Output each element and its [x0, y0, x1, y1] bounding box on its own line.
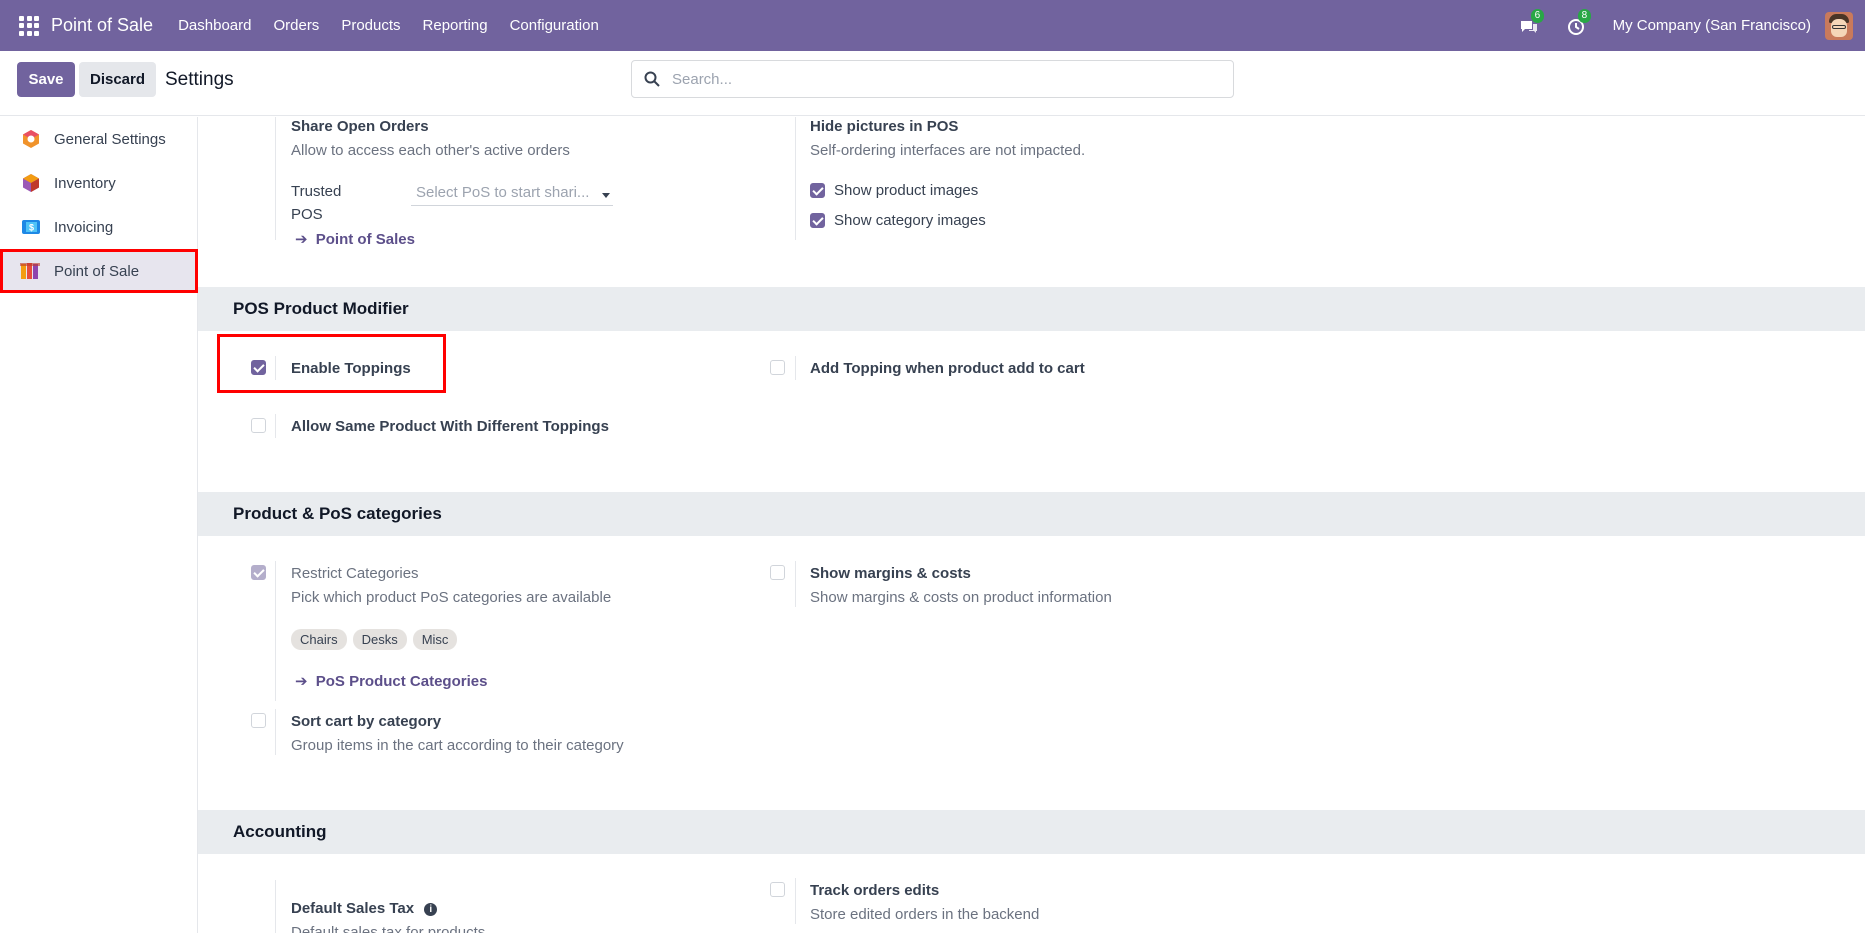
- section-heading: Accounting: [233, 822, 327, 841]
- share-open-orders-desc: Allow to access each other's active orde…: [291, 142, 570, 159]
- section-product-pos-categories: Product & PoS categories: [198, 492, 1865, 536]
- restrict-categories-checkbox[interactable]: [251, 565, 266, 580]
- search-bar[interactable]: [631, 60, 1234, 98]
- nav-configuration[interactable]: Configuration: [499, 17, 610, 34]
- add-topping-label: Add Topping when product add to cart: [810, 360, 1085, 377]
- page-title: Settings: [165, 69, 234, 90]
- sort-cart-checkbox[interactable]: [251, 713, 266, 728]
- add-topping-divider: [795, 356, 797, 380]
- hide-pictures-desc: Self-ordering interfaces are not impacte…: [810, 142, 1086, 159]
- trusted-pos-label-line1: Trusted: [291, 183, 342, 200]
- nav-reporting[interactable]: Reporting: [412, 17, 499, 34]
- enable-toppings-label: Enable Toppings: [291, 360, 411, 377]
- navbar-systray: 6 8 My Company (San Francisco): [1519, 0, 1865, 51]
- nav-dashboard[interactable]: Dashboard: [167, 17, 262, 34]
- user-avatar[interactable]: [1825, 11, 1853, 40]
- sort-cart-divider: [275, 709, 277, 755]
- sidebar-item-point-of-sale[interactable]: Point of Sale: [0, 249, 198, 293]
- sort-cart-title: Sort cart by category: [291, 713, 442, 730]
- sidebar-item-invoicing[interactable]: $ Invoicing: [0, 205, 198, 249]
- discard-button[interactable]: Discard: [79, 62, 156, 97]
- show-category-images-checkbox[interactable]: [810, 213, 825, 228]
- enable-toppings-checkbox[interactable]: [251, 360, 266, 375]
- track-orders-desc: Store edited orders in the backend: [810, 906, 1040, 923]
- svg-text:$: $: [29, 223, 34, 233]
- activities-badge: 8: [1577, 8, 1592, 23]
- allow-same-product-label: Allow Same Product With Different Toppin…: [291, 418, 609, 435]
- sidebar-item-label: Inventory: [54, 174, 116, 192]
- allow-same-product-checkbox[interactable]: [251, 418, 266, 433]
- company-switcher[interactable]: My Company (San Francisco): [1613, 17, 1811, 34]
- category-tag[interactable]: Misc: [412, 629, 458, 650]
- point-of-sale-icon: [20, 260, 42, 282]
- default-sales-tax-desc: Default sales tax for products: [291, 924, 486, 933]
- sidebar-item-general-settings[interactable]: General Settings: [0, 117, 198, 161]
- nav-orders[interactable]: Orders: [262, 17, 330, 34]
- show-category-images-label: Show category images: [834, 212, 986, 229]
- show-margins-desc: Show margins & costs on product informat…: [810, 589, 1112, 606]
- show-margins-checkbox[interactable]: [770, 565, 785, 580]
- restrict-categories-divider: [275, 561, 277, 701]
- share-open-orders-title: Share Open Orders: [291, 118, 429, 135]
- search-input[interactable]: [672, 70, 1212, 88]
- invoicing-icon: $: [20, 216, 42, 238]
- sidebar-item-label: General Settings: [54, 130, 166, 148]
- default-sales-tax-divider: [275, 880, 277, 933]
- allow-same-product-divider: [275, 414, 277, 438]
- top-navbar: Point of Sale Dashboard Orders Products …: [0, 0, 1865, 51]
- default-sales-tax-title: Default Sales Tax i: [291, 900, 438, 917]
- section-heading: Product & PoS categories: [233, 504, 442, 523]
- category-tags: Chairs Desks Misc: [291, 629, 463, 650]
- activities-button[interactable]: 8: [1566, 8, 1592, 37]
- sidebar-item-label: Point of Sale: [54, 262, 140, 280]
- sidebar-item-inventory[interactable]: Inventory: [0, 161, 198, 205]
- point-of-sales-link[interactable]: ➔ Point of Sales: [295, 230, 415, 248]
- track-orders-checkbox[interactable]: [770, 882, 785, 897]
- general-settings-icon: [20, 128, 42, 150]
- control-panel: Save Discard Settings: [0, 51, 1865, 116]
- show-product-images-checkbox[interactable]: [810, 183, 825, 198]
- trusted-pos-placeholder: Select PoS to start shari...: [416, 184, 590, 201]
- trusted-pos-label-line2: POS: [291, 206, 323, 223]
- pos-product-categories-link[interactable]: ➔ PoS Product Categories: [295, 672, 487, 690]
- sort-cart-desc: Group items in the cart according to the…: [291, 737, 624, 754]
- section-pos-product-modifier: POS Product Modifier: [198, 287, 1865, 331]
- section-heading: POS Product Modifier: [233, 299, 409, 318]
- sidebar-item-label: Invoicing: [54, 218, 114, 236]
- category-tag[interactable]: Chairs: [291, 629, 347, 650]
- settings-sidebar: General Settings Inventory $ Invoicing P…: [0, 117, 198, 933]
- hide-pictures-title: Hide pictures in POS: [810, 118, 959, 135]
- track-orders-divider: [795, 878, 797, 924]
- inventory-icon: [20, 172, 42, 194]
- app-brand[interactable]: Point of Sale: [51, 15, 153, 36]
- trusted-pos-select[interactable]: Select PoS to start shari...: [411, 184, 613, 206]
- settings-content: Share Open Orders Allow to access each o…: [198, 117, 1865, 933]
- messages-badge: 6: [1530, 8, 1545, 23]
- search-icon: [644, 71, 660, 87]
- show-product-images-label: Show product images: [834, 182, 979, 199]
- enable-toppings-divider: [275, 356, 277, 380]
- apps-menu-icon[interactable]: [19, 15, 39, 36]
- chevron-down-icon: [602, 193, 610, 198]
- show-margins-divider: [795, 561, 797, 607]
- restrict-categories-desc: Pick which product PoS categories are av…: [291, 589, 612, 606]
- arrow-right-icon: ➔: [295, 673, 308, 690]
- nav-products[interactable]: Products: [330, 17, 411, 34]
- show-margins-title: Show margins & costs: [810, 565, 971, 582]
- save-button[interactable]: Save: [17, 62, 75, 97]
- track-orders-title: Track orders edits: [810, 882, 940, 899]
- add-topping-checkbox[interactable]: [770, 360, 785, 375]
- info-icon[interactable]: i: [424, 903, 438, 916]
- restrict-categories-title: Restrict Categories: [291, 565, 419, 582]
- share-open-orders-setting: [275, 117, 725, 240]
- messages-button[interactable]: 6: [1519, 8, 1545, 37]
- section-accounting: Accounting: [198, 810, 1865, 854]
- category-tag[interactable]: Desks: [352, 629, 407, 650]
- arrow-right-icon: ➔: [295, 231, 308, 248]
